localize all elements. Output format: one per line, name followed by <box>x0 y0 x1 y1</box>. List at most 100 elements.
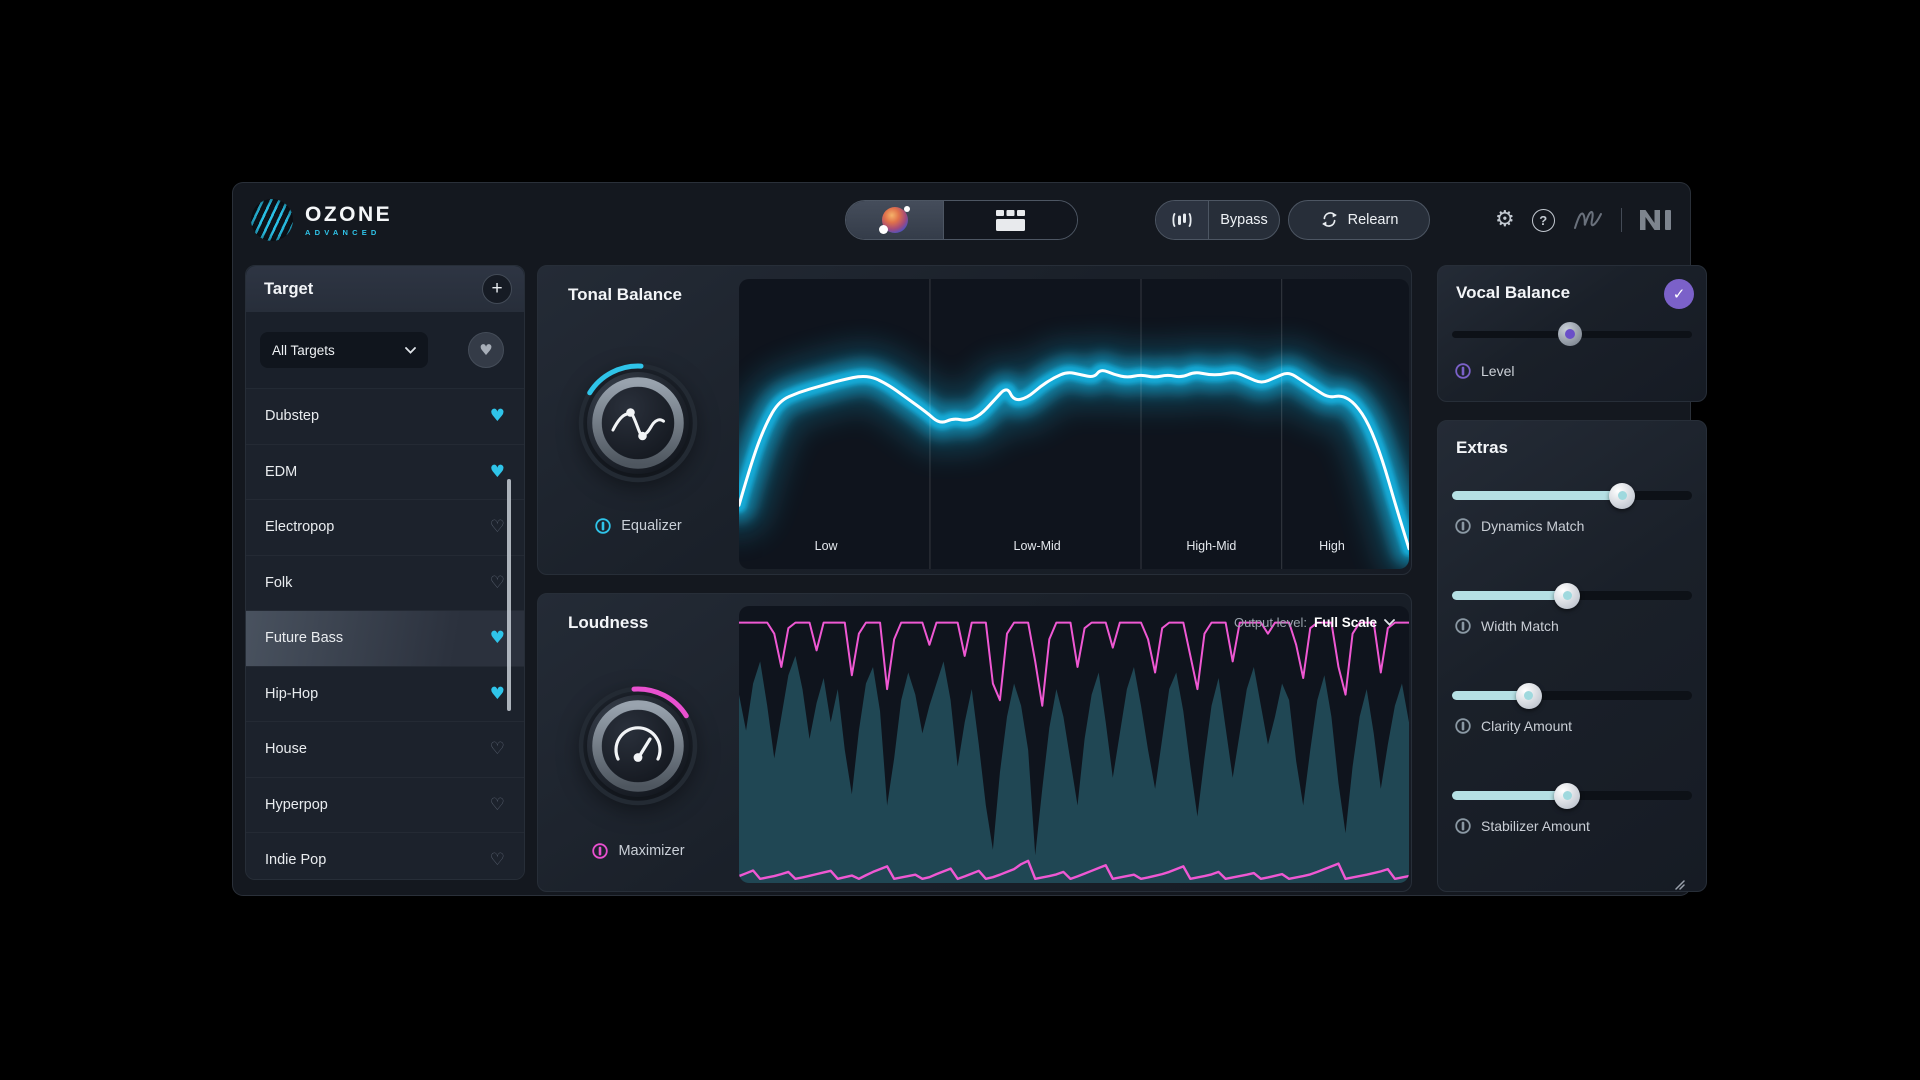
favorite-heart-icon[interactable]: ♡ <box>490 795 505 815</box>
loudness-panel: Loudness Maximizer <box>537 593 1412 892</box>
relearn-button[interactable]: Relearn <box>1288 200 1430 240</box>
settings-gear-icon[interactable]: ⚙ <box>1495 209 1515 231</box>
genre-label: EDM <box>265 464 490 480</box>
chevron-down-icon <box>1384 619 1395 626</box>
chevron-down-icon <box>405 347 416 354</box>
vocal-balance-check-button[interactable]: ✓ <box>1664 279 1694 309</box>
app-title: OZONE <box>305 204 392 225</box>
target-filter-dropdown[interactable]: All Targets <box>260 332 428 368</box>
view-mode-toggle[interactable] <box>845 200 1078 240</box>
header-divider <box>1621 208 1622 232</box>
extras-slider-dynamics-match: Dynamics Match <box>1452 473 1692 565</box>
slider-thumb[interactable] <box>1516 683 1542 709</box>
band-label-high-mid: High-Mid <box>1186 539 1236 553</box>
genre-label: Hip-Hop <box>265 686 490 702</box>
slider-label-row: Dynamics Match <box>1454 517 1584 535</box>
genre-row-folk[interactable]: Folk♡ <box>246 556 524 612</box>
genre-row-house[interactable]: House♡ <box>246 722 524 778</box>
power-toggle-icon[interactable] <box>1454 817 1472 835</box>
bypass-button[interactable]: Bypass <box>1209 212 1279 228</box>
band-label-low-mid: Low-Mid <box>1014 539 1061 553</box>
power-toggle-icon[interactable] <box>594 517 612 535</box>
band-label-low: Low <box>815 539 838 553</box>
genre-row-edm[interactable]: EDM♥ <box>246 445 524 501</box>
maximizer-toggle-row: Maximizer <box>543 842 733 860</box>
genre-row-electropop[interactable]: Electropop♡ <box>246 500 524 556</box>
power-toggle-icon[interactable] <box>1454 362 1472 380</box>
equalizer-knob[interactable] <box>573 358 703 488</box>
genre-label: House <box>265 741 490 757</box>
slider-fill <box>1452 791 1567 800</box>
genre-row-indie-pop[interactable]: Indie Pop♡ <box>246 833 524 880</box>
favorite-heart-icon[interactable]: ♥ <box>490 406 505 426</box>
add-target-button[interactable]: + <box>482 274 512 304</box>
bypass-label: Bypass <box>1220 212 1268 228</box>
slider-thumb[interactable] <box>1609 483 1635 509</box>
power-toggle-icon[interactable] <box>1454 617 1472 635</box>
slider-label-row: Stabilizer Amount <box>1454 817 1590 835</box>
vocal-balance-panel: Vocal Balance ✓ Level <box>1437 265 1707 402</box>
native-instruments-logo <box>1639 209 1673 231</box>
slider-track[interactable] <box>1452 791 1692 800</box>
detailed-view-tab[interactable] <box>944 201 1077 239</box>
genre-label: Dubstep <box>265 408 490 424</box>
bypass-button-group: Bypass <box>1155 200 1280 240</box>
genre-label: Hyperpop <box>265 797 490 813</box>
power-toggle-icon[interactable] <box>1454 717 1472 735</box>
desktop-background: OZONE ADVANCED Bypass <box>0 0 1920 1080</box>
favorite-heart-icon[interactable]: ♥ <box>490 628 505 648</box>
favorite-heart-icon[interactable]: ♡ <box>490 573 505 593</box>
assistant-view-tab[interactable] <box>846 201 944 239</box>
slider-fill <box>1452 491 1622 500</box>
power-toggle-icon[interactable] <box>1454 517 1472 535</box>
app-subtitle: ADVANCED <box>305 228 392 237</box>
slider-label-row: Clarity Amount <box>1454 717 1572 735</box>
equalizer-toggle-row: Equalizer <box>543 517 733 535</box>
maximizer-knob[interactable] <box>573 681 703 811</box>
slider-label-row: Width Match <box>1454 617 1559 635</box>
favorite-heart-icon[interactable]: ♡ <box>490 517 505 537</box>
slider-label: Dynamics Match <box>1481 518 1584 534</box>
slider-track[interactable] <box>1452 491 1692 500</box>
loudness-title: Loudness <box>568 613 648 633</box>
app-logo: OZONE ADVANCED <box>251 199 392 241</box>
window-resize-handle[interactable] <box>1673 878 1685 890</box>
loudness-chart: Output level: Full Scale <box>739 606 1409 883</box>
tonal-balance-title: Tonal Balance <box>568 285 682 305</box>
favorite-heart-icon[interactable]: ♥ <box>490 462 505 482</box>
slider-label: Stabilizer Amount <box>1481 818 1590 834</box>
favorite-heart-icon[interactable]: ♥ <box>490 684 505 704</box>
favorite-heart-icon[interactable]: ♡ <box>490 739 505 759</box>
genre-row-hip-hop[interactable]: Hip-Hop♥ <box>246 667 524 723</box>
genre-list-scrollbar[interactable] <box>507 479 511 711</box>
slider-thumb[interactable] <box>1554 783 1580 809</box>
extras-slider-width-match: Width Match <box>1452 573 1692 665</box>
slider-track[interactable] <box>1452 591 1692 600</box>
output-level-value: Full Scale <box>1314 615 1377 630</box>
output-level-dropdown[interactable]: Output level: Full Scale <box>1234 615 1395 630</box>
genre-label: Folk <box>265 575 490 591</box>
target-title: Target <box>264 280 482 299</box>
maximizer-label: Maximizer <box>618 843 684 859</box>
help-icon[interactable]: ? <box>1532 209 1555 232</box>
vocal-level-slider[interactable] <box>1452 326 1692 342</box>
genre-row-hyperpop[interactable]: Hyperpop♡ <box>246 778 524 834</box>
genre-label: Electropop <box>265 519 490 535</box>
favorite-heart-icon[interactable]: ♡ <box>490 850 505 870</box>
tonal-balance-chart: Low Low-Mid High-Mid High <box>739 279 1409 569</box>
slider-thumb[interactable] <box>1554 583 1580 609</box>
extras-slider-stabilizer-amount: Stabilizer Amount <box>1452 773 1692 865</box>
band-label-high: High <box>1319 539 1345 553</box>
target-panel-header: Target + <box>246 266 524 312</box>
output-level-label: Output level: <box>1234 615 1307 630</box>
plugin-fader-icon[interactable] <box>1156 201 1209 239</box>
power-toggle-icon[interactable] <box>591 842 609 860</box>
target-filter-row: All Targets ♥ <box>246 312 524 389</box>
genre-row-dubstep[interactable]: Dubstep♥ <box>246 389 524 445</box>
slider-thumb[interactable] <box>1558 322 1582 346</box>
genre-row-future-bass[interactable]: Future Bass♥ <box>246 611 524 667</box>
favorites-filter-button[interactable]: ♥ <box>468 332 504 368</box>
slider-track[interactable] <box>1452 691 1692 700</box>
target-filter-value: All Targets <box>272 343 335 358</box>
modules-view-icon <box>996 210 1026 231</box>
